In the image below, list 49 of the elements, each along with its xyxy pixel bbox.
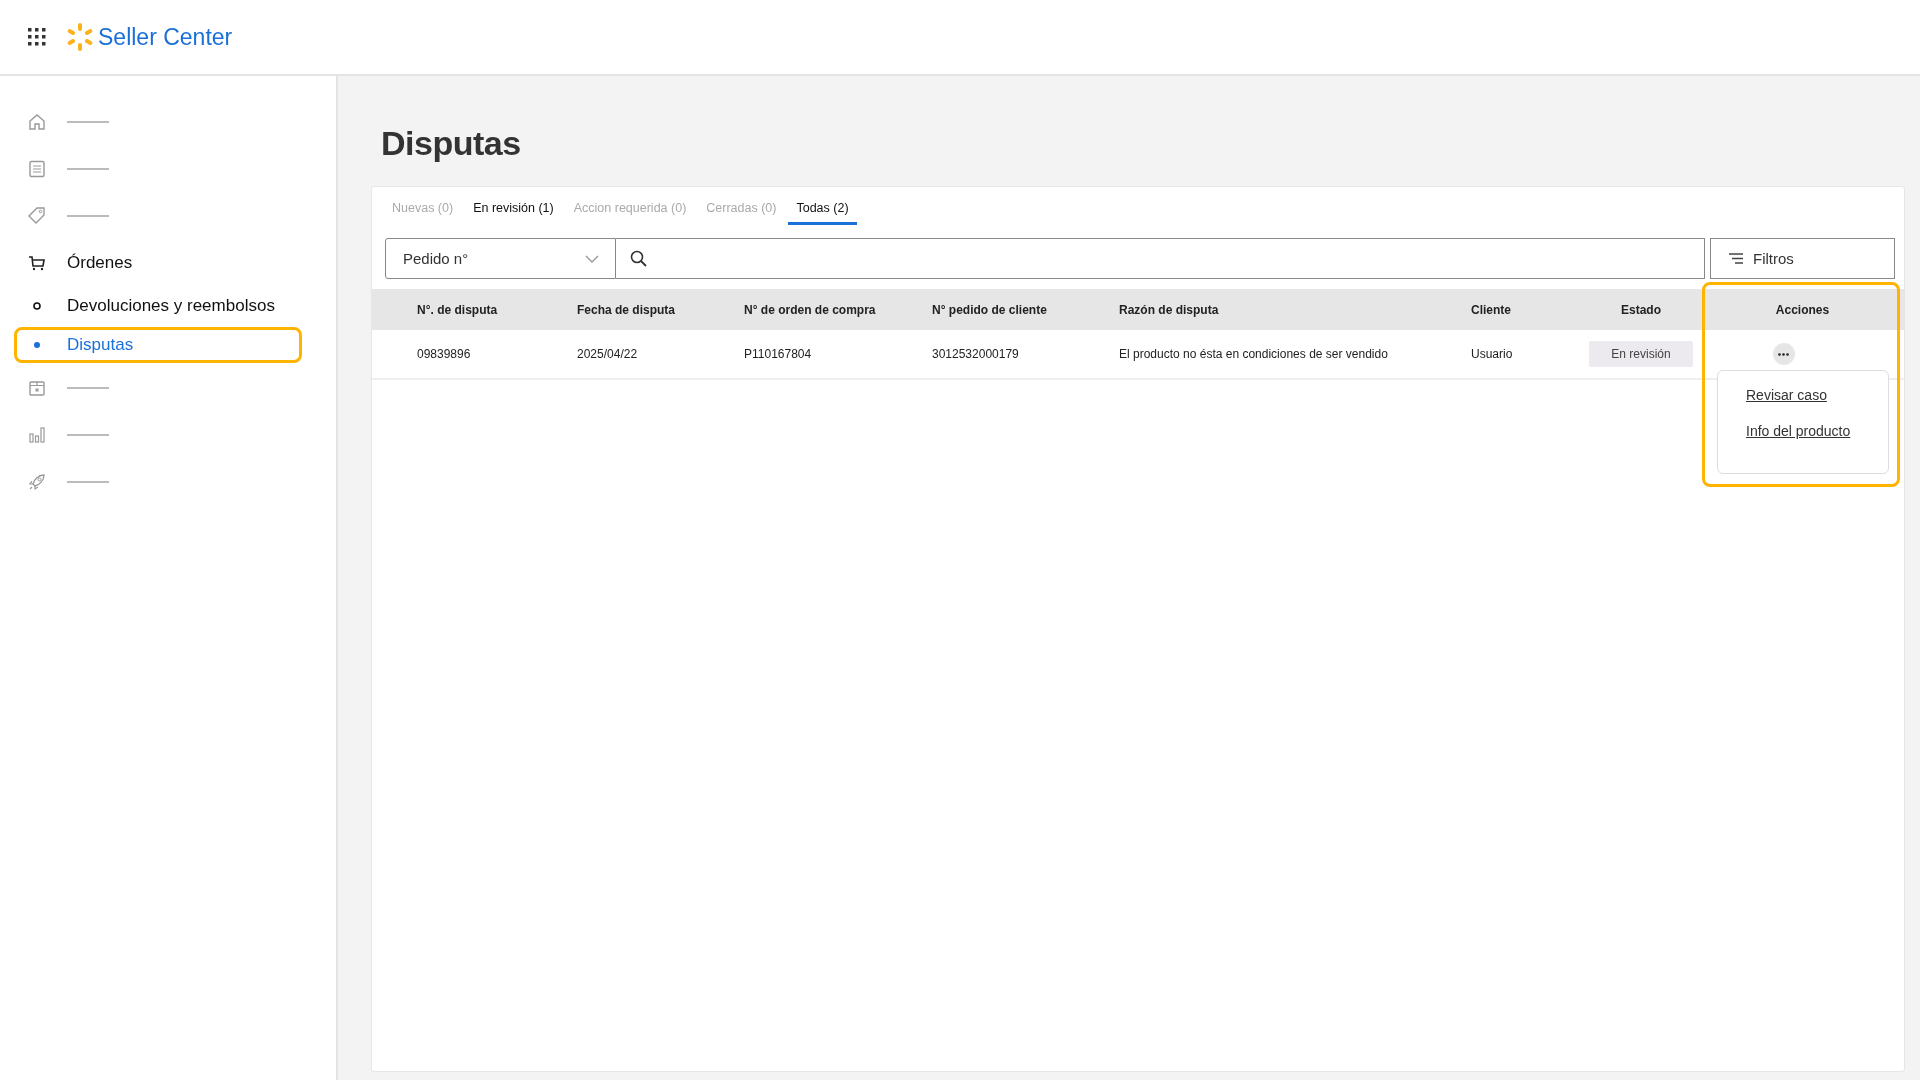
home-icon[interactable] [27, 112, 47, 132]
placeholder-line [67, 387, 109, 389]
table-cell: Usuario [1471, 347, 1513, 361]
dot-icon [33, 341, 41, 349]
tab[interactable]: Todas (2) [788, 195, 857, 225]
ellipsis-icon [1778, 352, 1789, 356]
status-badge: En revisión [1589, 341, 1693, 367]
placeholder-line [67, 121, 109, 123]
tag-icon[interactable] [27, 206, 47, 226]
column-header: Estado [1621, 302, 1661, 317]
package-icon[interactable] [27, 378, 47, 398]
nav-link[interactable]: Órdenes [67, 253, 133, 273]
more-options-button[interactable] [1772, 343, 1795, 365]
rocket-icon[interactable] [27, 472, 47, 492]
chevron-down-icon [585, 254, 599, 263]
nav-link[interactable]: Disputas [67, 335, 134, 355]
list-icon[interactable] [27, 159, 47, 179]
table-cell: 2025/04/22 [577, 347, 638, 361]
cart-icon[interactable] [27, 253, 47, 273]
placeholder-line [67, 481, 109, 483]
page-title: Disputas [381, 124, 522, 163]
filters-button[interactable]: Filtros [1710, 238, 1895, 279]
column-header: N° pedido de cliente [932, 302, 1047, 317]
search-field[interactable] [616, 238, 1705, 279]
table-cell: El producto no ésta en condiciones de ser vendido [1119, 347, 1388, 361]
circle-icon [33, 302, 41, 310]
placeholder-line [67, 434, 109, 436]
brand-title[interactable]: Seller Center [98, 23, 233, 51]
search-icon [630, 250, 647, 267]
field-selector[interactable]: Pedido n° [385, 238, 616, 279]
placeholder-line [67, 168, 109, 170]
tab[interactable]: En revisión (1) [465, 195, 562, 225]
column-header: Cliente [1471, 302, 1511, 317]
table-cell: P110167804 [744, 347, 812, 361]
column-header: N° de orden de compra [744, 302, 876, 317]
nav-link[interactable]: Devoluciones y reembolsos [67, 296, 275, 316]
bar-chart-icon[interactable] [27, 425, 47, 445]
filter-icon [1729, 253, 1743, 264]
placeholder-line [67, 215, 109, 217]
table-cell: 09839896 [417, 347, 471, 361]
menu-link[interactable]: Revisar caso [1746, 387, 1827, 403]
column-header: N°. de disputa [417, 302, 498, 317]
column-header: Razón de disputa [1119, 302, 1219, 317]
spark-logo-icon [66, 22, 94, 52]
table-cell: 3012532000179 [932, 347, 1019, 361]
column-header: Acciones [1775, 302, 1830, 317]
app-grid-icon[interactable] [28, 28, 46, 46]
column-header: Fecha de disputa [577, 302, 676, 317]
menu-link[interactable]: Info del producto [1746, 423, 1851, 439]
